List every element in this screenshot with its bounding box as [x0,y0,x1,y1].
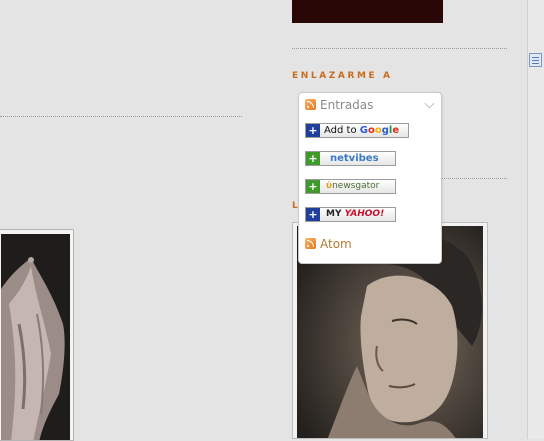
sidebar-divider [292,48,507,49]
draped-figure-graphic [1,234,70,440]
chevron-down-icon[interactable] [424,98,435,109]
netvibes-label: netvibes [330,153,379,164]
content-divider [0,116,242,117]
plus-icon: + [306,124,320,137]
plus-icon: + [306,208,320,221]
add-to-google-button[interactable]: + Add to Google [305,123,409,138]
dropdown-header-label: Entradas [320,98,374,112]
newsgator-label: ὐnewsgator [326,181,380,191]
add-to-google-label: Add to Google [324,125,400,136]
atom-feed-link[interactable]: Atom [305,237,425,253]
post-image[interactable] [0,229,74,441]
rss-feed-icon [305,238,316,249]
add-to-my-yahoo-button[interactable]: + MY YAHOO! [305,207,396,222]
my-yahoo-label: MY YAHOO! [326,209,385,219]
add-to-netvibes-button[interactable]: + netvibes [305,151,396,166]
rss-feed-icon [305,99,316,110]
sidebar-banner-image [292,0,443,23]
section-title: ENLAZARME A [292,71,393,81]
plus-icon: + [306,152,320,165]
page-icon[interactable] [529,53,542,67]
atom-link-label: Atom [320,237,352,251]
post-image-content [1,234,70,440]
add-to-newsgator-button[interactable]: + ὐnewsgator [305,179,396,194]
plus-icon: + [306,180,320,193]
sidebar-divider-2 [442,178,507,179]
subscribe-dropdown: Entradas + Add to Google + netvibes + ὐn… [298,92,442,264]
dropdown-header[interactable]: Entradas [305,98,435,114]
